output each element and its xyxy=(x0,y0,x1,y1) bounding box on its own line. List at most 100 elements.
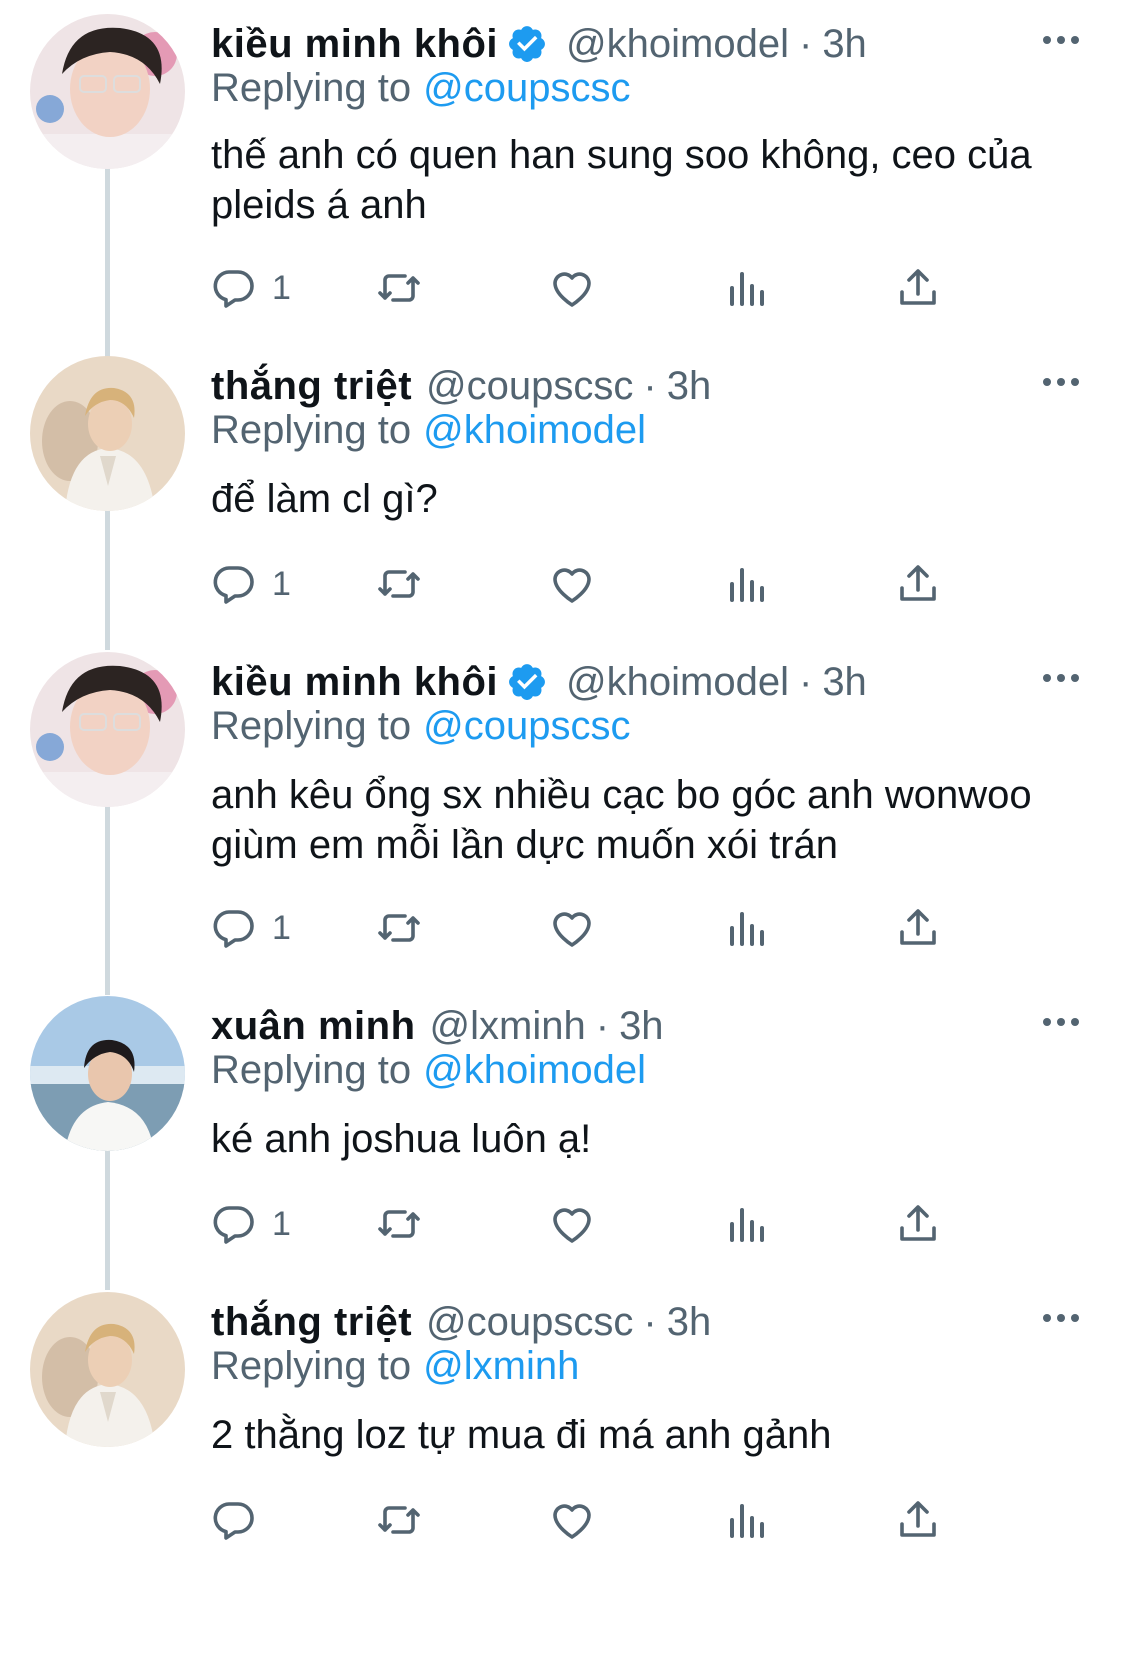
like-button[interactable] xyxy=(548,554,596,614)
tweet-header: thắng triệt @coupscsc · 3h xyxy=(211,356,1045,416)
share-icon xyxy=(894,264,942,312)
heart-icon xyxy=(548,1200,596,1248)
analytics-button[interactable] xyxy=(722,1194,770,1254)
heart-icon xyxy=(548,264,596,312)
action-bar: 1 xyxy=(210,1194,1010,1254)
reply-mention-link[interactable]: @khoimodel xyxy=(423,408,646,452)
reply-count: 1 xyxy=(272,1204,291,1243)
user-handle[interactable]: @khoimodel xyxy=(566,660,789,705)
analytics-button[interactable] xyxy=(722,258,770,318)
replying-to: Replying to @coupscsc xyxy=(211,66,630,111)
retweet-button[interactable] xyxy=(375,898,423,958)
separator-dot: · xyxy=(643,363,657,408)
more-icon[interactable] xyxy=(1039,368,1083,396)
user-handle[interactable]: @khoimodel xyxy=(566,22,789,67)
analytics-icon xyxy=(722,1496,770,1544)
reply-mention-link[interactable]: @coupscsc xyxy=(423,704,630,748)
like-button[interactable] xyxy=(548,258,596,318)
replying-label: Replying to xyxy=(211,66,412,110)
share-icon xyxy=(894,560,942,608)
display-name[interactable]: kiều minh khôi xyxy=(211,22,498,67)
reply-count: 1 xyxy=(272,908,291,947)
verified-badge-icon xyxy=(506,661,548,703)
analytics-button[interactable] xyxy=(722,1490,770,1550)
reply-button[interactable]: 1 xyxy=(210,258,291,318)
timestamp[interactable]: 3h xyxy=(619,1004,664,1049)
separator-dot: · xyxy=(643,1299,657,1344)
more-icon[interactable] xyxy=(1039,26,1083,54)
reply-mention-link[interactable]: @lxminh xyxy=(423,1344,579,1388)
analytics-icon xyxy=(722,904,770,952)
analytics-icon xyxy=(722,560,770,608)
reply-icon xyxy=(210,264,258,312)
user-handle[interactable]: @coupscsc xyxy=(426,1300,633,1345)
tweet-header: thắng triệt @coupscsc · 3h xyxy=(211,1292,1045,1352)
avatar[interactable] xyxy=(30,652,185,807)
share-button[interactable] xyxy=(894,898,942,958)
tweet-header: xuân minh @lxminh · 3h xyxy=(211,996,1045,1056)
heart-icon xyxy=(548,904,596,952)
retweet-button[interactable] xyxy=(375,554,423,614)
tweet-text: 2 thằng loz tự mua đi má anh gảnh xyxy=(211,1413,832,1457)
retweet-icon xyxy=(375,1200,423,1248)
reply-mention-link[interactable]: @coupscsc xyxy=(423,66,630,110)
share-button[interactable] xyxy=(894,1194,942,1254)
reply-icon xyxy=(210,560,258,608)
replying-to: Replying to @khoimodel xyxy=(211,408,646,453)
more-icon[interactable] xyxy=(1039,1304,1083,1332)
reply-count: 1 xyxy=(272,268,291,307)
share-button[interactable] xyxy=(894,1490,942,1550)
timestamp[interactable]: 3h xyxy=(822,22,867,67)
timestamp[interactable]: 3h xyxy=(822,660,867,705)
tweet-header: kiều minh khôi @khoimodel · 3h xyxy=(211,652,1045,712)
display-name[interactable]: thắng triệt xyxy=(211,1300,412,1345)
action-bar: 1 xyxy=(210,258,1010,318)
display-name[interactable]: kiều minh khôi xyxy=(211,660,498,705)
more-icon[interactable] xyxy=(1039,1008,1083,1036)
avatar[interactable] xyxy=(30,356,185,511)
analytics-button[interactable] xyxy=(722,898,770,958)
retweet-icon xyxy=(375,264,423,312)
retweet-button[interactable] xyxy=(375,1194,423,1254)
display-name[interactable]: thắng triệt xyxy=(211,364,412,409)
tweet-text: anh kêu ổng sx nhiều cạc bo góc anh wonw… xyxy=(211,773,1032,867)
replying-to: Replying to @khoimodel xyxy=(211,1048,646,1093)
like-button[interactable] xyxy=(548,1490,596,1550)
action-bar xyxy=(210,1490,1010,1550)
thread-line xyxy=(105,165,110,360)
thread-line xyxy=(105,805,110,995)
share-button[interactable] xyxy=(894,258,942,318)
timestamp[interactable]: 3h xyxy=(667,364,712,409)
heart-icon xyxy=(548,1496,596,1544)
heart-icon xyxy=(548,560,596,608)
analytics-button[interactable] xyxy=(722,554,770,614)
replying-label: Replying to xyxy=(211,408,412,452)
avatar[interactable] xyxy=(30,14,185,169)
retweet-button[interactable] xyxy=(375,258,423,318)
reply-mention-link[interactable]: @khoimodel xyxy=(423,1048,646,1092)
timestamp[interactable]: 3h xyxy=(667,1300,712,1345)
verified-badge-icon xyxy=(506,23,548,65)
share-button[interactable] xyxy=(894,554,942,614)
reply-button[interactable]: 1 xyxy=(210,1194,291,1254)
reply-icon xyxy=(210,904,258,952)
display-name[interactable]: xuân minh xyxy=(211,1004,416,1049)
retweet-icon xyxy=(375,1496,423,1544)
like-button[interactable] xyxy=(548,898,596,958)
user-handle[interactable]: @coupscsc xyxy=(426,364,633,409)
separator-dot: · xyxy=(798,659,813,704)
like-button[interactable] xyxy=(548,1194,596,1254)
more-icon[interactable] xyxy=(1039,664,1083,692)
user-handle[interactable]: @lxminh xyxy=(430,1004,586,1049)
action-bar: 1 xyxy=(210,898,1010,958)
reply-button[interactable] xyxy=(210,1490,272,1550)
reply-button[interactable]: 1 xyxy=(210,554,291,614)
reply-icon xyxy=(210,1496,258,1544)
tweet-text: thế anh có quen han sung soo không, ceo … xyxy=(211,133,1032,227)
action-bar: 1 xyxy=(210,554,1010,614)
avatar[interactable] xyxy=(30,996,185,1151)
avatar[interactable] xyxy=(30,1292,185,1447)
retweet-button[interactable] xyxy=(375,1490,423,1550)
reply-button[interactable]: 1 xyxy=(210,898,291,958)
thread-line xyxy=(105,510,110,650)
